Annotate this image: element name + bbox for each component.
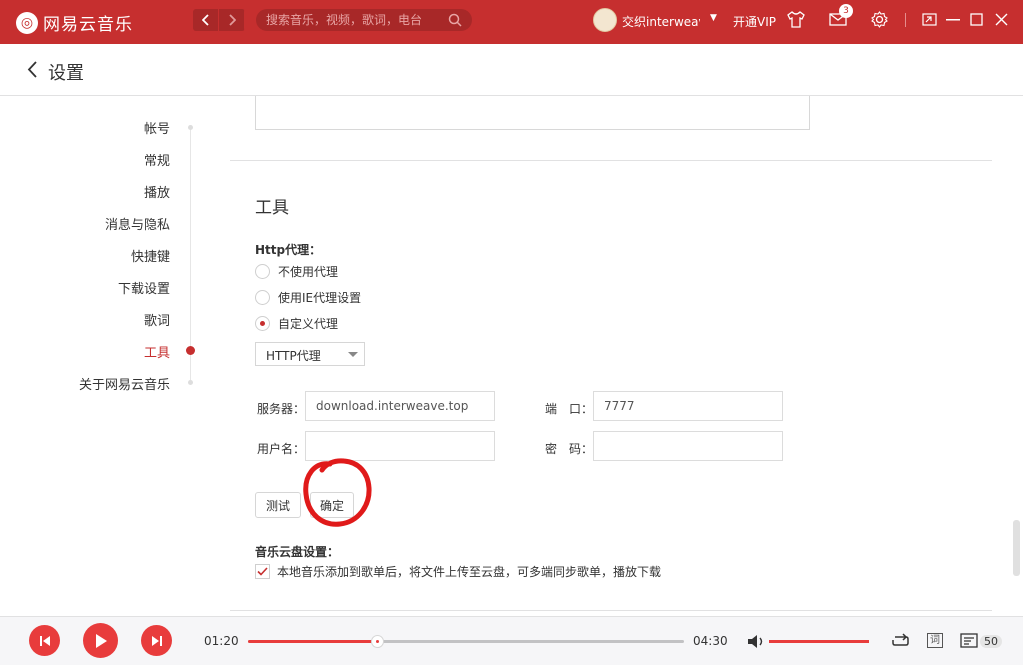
red-annotation-circle — [303, 458, 372, 527]
maximize-icon[interactable] — [970, 13, 983, 26]
forward-nav-button[interactable] — [219, 9, 245, 31]
password-label: 密 码： — [545, 442, 594, 456]
settings-content: 工具 Http代理： 不使用代理 使用IE代理设置 自定义代理 HTTP代理 服… — [200, 96, 1010, 616]
search-box — [256, 9, 472, 31]
proxy-option-custom[interactable]: 自定义代理 — [255, 315, 338, 332]
vertical-scrollbar[interactable] — [1013, 520, 1020, 576]
settings-header: 设置 — [0, 44, 1023, 96]
page-title: 设置 — [48, 63, 84, 84]
username-label: 用户名： — [257, 442, 306, 456]
cloud-disk-label: 音乐云盘设置： — [255, 545, 340, 559]
port-label: 端 口： — [545, 402, 594, 416]
minimize-icon[interactable] — [946, 19, 960, 21]
mini-mode-icon[interactable] — [922, 13, 937, 26]
checkbox-checked[interactable] — [255, 564, 270, 579]
skin-shirt-icon[interactable] — [787, 11, 805, 28]
sidebar-item-about[interactable]: 关于网易云音乐 — [79, 374, 170, 393]
sidebar-item-privacy[interactable]: 消息与隐私 — [105, 214, 170, 233]
playlist-icon[interactable] — [960, 633, 978, 648]
sidebar-item-download[interactable]: 下载设置 — [118, 278, 170, 297]
sidebar-item-general[interactable]: 常规 — [144, 150, 170, 169]
skip-next-icon — [151, 635, 162, 646]
test-button[interactable]: 测试 — [255, 492, 301, 518]
progress-knob[interactable] — [371, 635, 385, 648]
sidebar-item-playback[interactable]: 播放 — [144, 182, 170, 201]
previous-section-box — [255, 96, 810, 130]
sidebar-item-lyrics[interactable]: 歌词 — [144, 310, 170, 329]
sidebar-item-shortcuts[interactable]: 快捷键 — [131, 246, 170, 265]
progress-bar[interactable] — [248, 635, 684, 648]
netease-logo-icon: ◎ — [16, 11, 38, 34]
section-divider — [230, 160, 992, 161]
sidebar-dot — [188, 380, 193, 385]
sidebar-item-tools[interactable]: 工具 — [144, 342, 170, 361]
chevron-right-icon — [228, 14, 236, 26]
cloud-upload-option[interactable]: 本地音乐添加到歌单后，将文件上传至云盘，可多端同步歌单，播放下载 — [255, 563, 661, 580]
caret-down-icon — [348, 352, 358, 357]
avatar[interactable] — [593, 8, 617, 32]
caret-down-icon[interactable]: ▼ — [710, 13, 717, 23]
volume-icon[interactable] — [747, 634, 765, 649]
section-divider — [230, 610, 992, 611]
proxy-option-ie[interactable]: 使用IE代理设置 — [255, 289, 361, 306]
sidebar-item-account[interactable]: 帐号 — [144, 118, 170, 137]
loop-mode-icon[interactable] — [891, 633, 910, 648]
settings-sidebar: 帐号 常规 播放 消息与隐私 快捷键 下载设置 歌词 工具 关于网易云音乐 — [0, 96, 200, 616]
next-button[interactable] — [141, 625, 172, 656]
current-time: 01:20 — [204, 634, 239, 648]
radio-label: 自定义代理 — [278, 317, 339, 331]
vip-button[interactable]: 开通VIP — [733, 13, 776, 30]
close-icon[interactable] — [995, 13, 1008, 26]
username-field[interactable] — [305, 431, 495, 461]
skip-previous-icon — [39, 635, 50, 646]
total-time: 04:30 — [693, 634, 728, 648]
previous-button[interactable] — [29, 625, 60, 656]
back-arrow-icon[interactable] — [27, 61, 37, 78]
player-bar: 01:20 04:30 词 50 — [0, 616, 1023, 665]
port-field[interactable] — [593, 391, 783, 421]
sidebar-active-dot — [186, 346, 195, 355]
checkmark-icon — [257, 567, 268, 576]
lyric-icon[interactable]: 词 — [927, 633, 943, 648]
title-bar: ◎ 网易云音乐 交织interweave ▼ 开通VIP 3 — [0, 0, 1023, 44]
proxy-type-select[interactable]: HTTP代理 — [255, 342, 365, 366]
http-proxy-label: Http代理： — [255, 243, 322, 257]
server-label: 服务器： — [257, 402, 306, 416]
radio-label: 使用IE代理设置 — [278, 291, 362, 305]
play-icon — [95, 633, 107, 648]
search-icon[interactable] — [448, 13, 462, 27]
playlist-count-badge: 50 — [980, 635, 1002, 648]
play-button[interactable] — [83, 623, 118, 658]
gear-icon[interactable] — [871, 11, 888, 28]
sidebar-dot — [188, 125, 193, 130]
back-nav-button[interactable] — [193, 9, 219, 31]
volume-fill — [769, 640, 869, 643]
password-field[interactable] — [593, 431, 783, 461]
titlebar-divider — [905, 13, 906, 27]
tools-section-title: 工具 — [255, 198, 289, 218]
proxy-option-none[interactable]: 不使用代理 — [255, 263, 338, 280]
history-nav — [193, 9, 245, 31]
server-field[interactable] — [305, 391, 495, 421]
app-name: 网易云音乐 — [43, 15, 133, 35]
proxy-type-value: HTTP代理 — [266, 349, 321, 363]
chevron-left-icon — [201, 14, 209, 26]
username[interactable]: 交织interweave — [622, 13, 700, 30]
volume-slider[interactable] — [769, 640, 869, 643]
radio-button[interactable] — [255, 264, 270, 279]
cloud-upload-label: 本地音乐添加到歌单后，将文件上传至云盘，可多端同步歌单，播放下载 — [277, 565, 662, 579]
app-logo[interactable]: ◎ 网易云音乐 — [16, 10, 133, 35]
radio-label: 不使用代理 — [278, 265, 339, 279]
progress-fill — [248, 640, 378, 643]
search-input[interactable] — [256, 9, 436, 31]
message-count-badge: 3 — [839, 4, 853, 18]
radio-button[interactable] — [255, 290, 270, 305]
radio-button-checked[interactable] — [255, 316, 270, 331]
